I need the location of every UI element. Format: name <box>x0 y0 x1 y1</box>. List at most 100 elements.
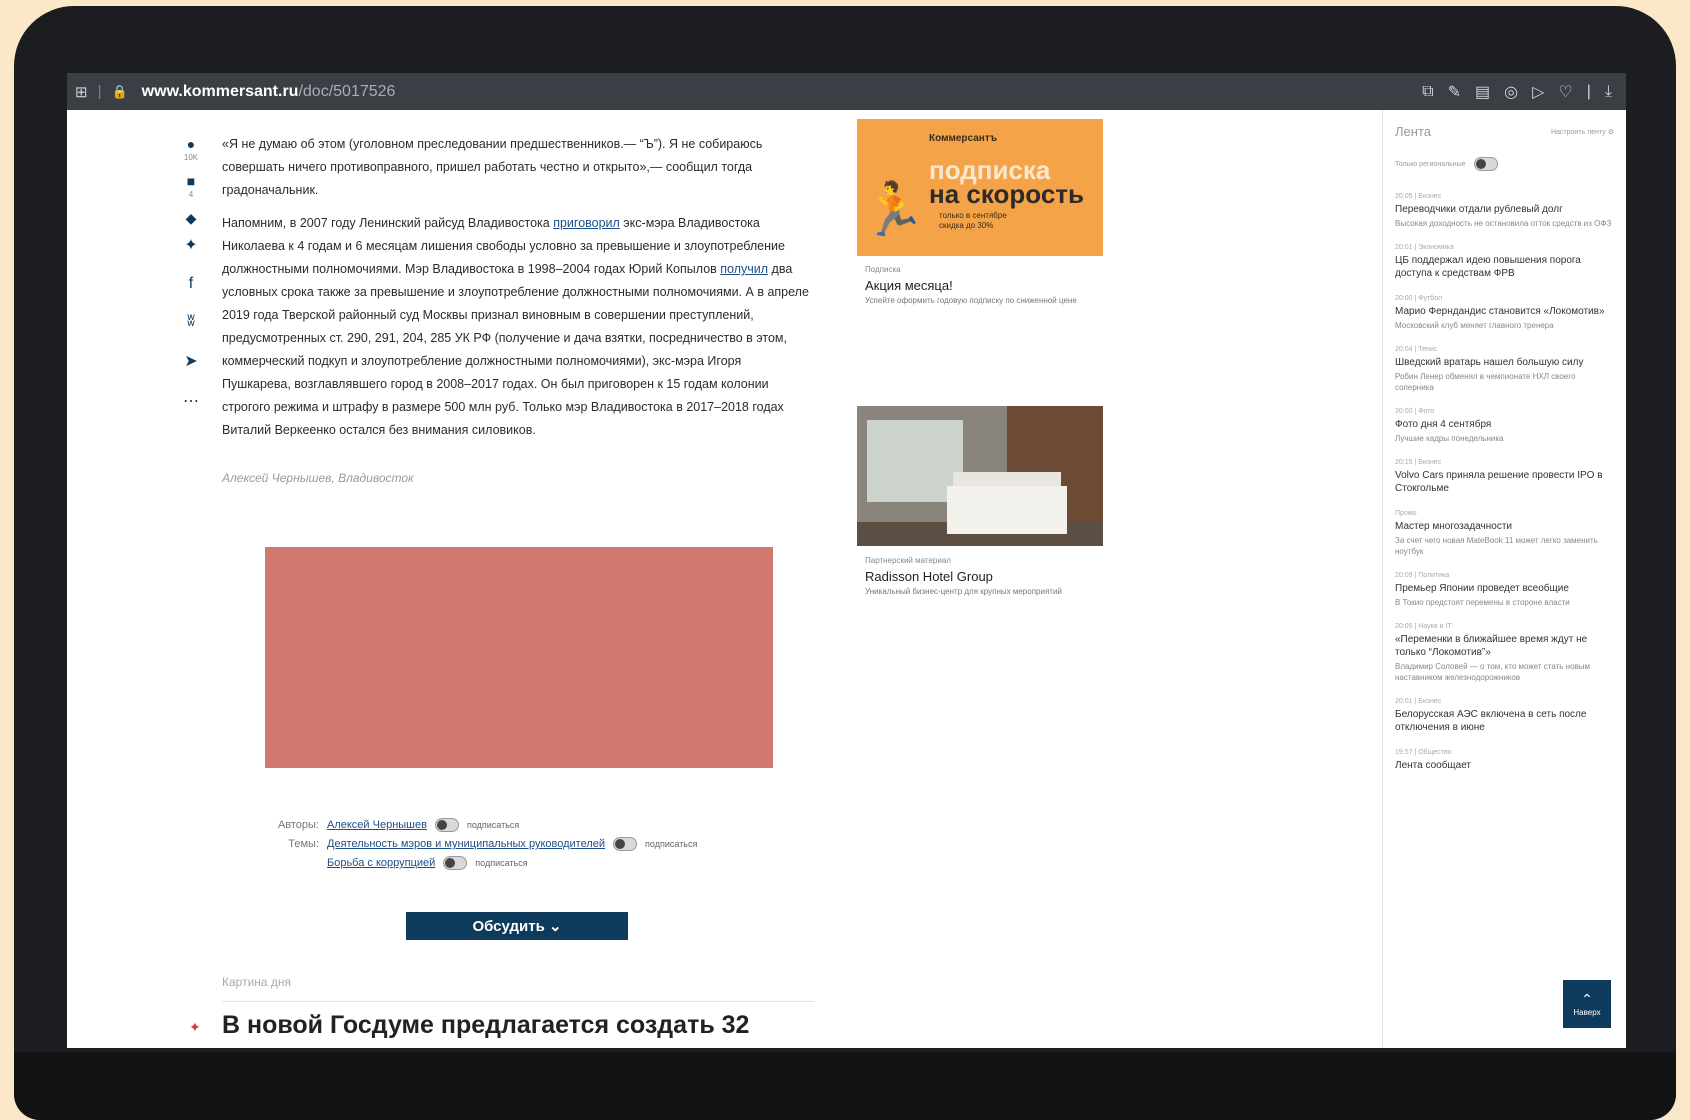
comments-icon[interactable]: ■ <box>187 174 195 188</box>
feed-item-time: 20:01 | Бизнес <box>1395 698 1442 705</box>
feed-item[interactable]: 20:00 | Футбол Марио Ферндандис становитс… <box>1395 295 1614 331</box>
divider <box>222 1001 814 1002</box>
promo-desc: Успейте оформить годовую подписку по сни… <box>865 296 1077 305</box>
feed-item-title: Белорусская АЭС включена в сеть после от… <box>1395 709 1587 733</box>
feed-item[interactable]: 20:05 | Наука и IT «Переменки в ближайшее… <box>1395 623 1614 683</box>
promo-small-2: скидка до 30% <box>939 221 994 230</box>
feed-item-time: 19:57 | Общество <box>1395 749 1452 756</box>
feed-item-desc: Робин Ленер обменял в чемпионате НХЛ сво… <box>1395 372 1576 392</box>
feed-item[interactable]: 20:04 | Тенис Шведский вратарь нашел боль… <box>1395 346 1614 393</box>
subscription-promo[interactable]: 🏃 Коммерсантъ подписка на скорость тольк… <box>857 119 1103 256</box>
feed-item-desc: Московский клуб меняет главного тренера <box>1395 321 1554 330</box>
url-domain: www.kommersant.ru <box>141 82 299 100</box>
feed-item-time: 20:15 | Бизнес <box>1395 459 1442 466</box>
hotel-kicker: Партнерский материал <box>865 556 951 565</box>
article-link[interactable]: приговорил <box>553 216 620 230</box>
feed-item-title: Шведский вратарь нашел большую силу <box>1395 357 1584 368</box>
reader-icon[interactable]: ▤ <box>1475 82 1490 102</box>
feed-header: Лента Настроить ленту ⚙ <box>1395 124 1614 139</box>
topics-row: Борьба с коррупцией подписаться <box>277 856 797 870</box>
article-byline: Алексей Чернышев, Владивосток <box>222 471 414 485</box>
feed-item[interactable]: Промо Мастер многозадачности За счет чего … <box>1395 510 1614 557</box>
article-link[interactable]: получил <box>720 262 768 276</box>
hotel-ad-image[interactable] <box>857 406 1103 546</box>
runner-icon: 🏃 <box>861 181 926 239</box>
send-icon[interactable]: ▷ <box>1532 82 1544 102</box>
feed-item[interactable]: 20:05 | Бизнес Переводчики отдали рублевы… <box>1395 193 1614 229</box>
feed-settings[interactable]: Настроить ленту ⚙ <box>1551 128 1614 136</box>
heart-icon[interactable]: ♡ <box>1558 82 1572 102</box>
topic-link[interactable]: Борьба с коррупцией <box>327 857 435 869</box>
feed-item-time: 20:05 | Наука и IT <box>1395 623 1452 630</box>
more-icon[interactable]: ⋯ <box>183 391 199 411</box>
separator: | <box>97 83 102 100</box>
camera-icon[interactable]: ◎ <box>1504 82 1518 102</box>
scroll-top-label: Наверх <box>1573 1008 1601 1017</box>
feed-item[interactable]: 20:00 | Фото Фото дня 4 сентября Лучшие ка… <box>1395 408 1614 444</box>
feed-item-time: 20:04 | Тенис <box>1395 346 1438 353</box>
vk-icon[interactable]: ʬ <box>187 313 195 331</box>
news-feed: Лента Настроить ленту ⚙ Только региональ… <box>1382 110 1626 1048</box>
toolbar-icons: ⧉ ✎ ▤ ◎ ▷ ♡ | ⤓ <box>1422 73 1612 110</box>
feed-item-time: Промо <box>1395 510 1417 517</box>
translate-icon[interactable]: ⧉ <box>1422 83 1433 101</box>
bookmark-icon[interactable]: ◆ <box>186 211 197 225</box>
feed-item-title: ЦБ поддержал идею повышения порога досту… <box>1395 255 1581 279</box>
hotel-desc: Уникальный бизнес-центр для крупных меро… <box>865 587 1062 596</box>
topic-link[interactable]: Деятельность мэров и муниципальных руков… <box>327 838 605 850</box>
gift-icon[interactable]: ✦ <box>184 235 197 255</box>
feed-item-title: Volvo Cars приняла решение провести IPO … <box>1395 470 1603 494</box>
chevron-down-icon: ⌄ <box>548 918 562 935</box>
facebook-icon[interactable]: f <box>189 275 193 293</box>
feed-list: 20:05 | Бизнес Переводчики отдали рублевы… <box>1395 193 1614 772</box>
address-bar: ⊞ | 🔒 www.kommersant.ru/doc/5017526 ⧉ ✎ … <box>67 73 1626 110</box>
hotel-ad-caption: Партнерский материал Radisson Hotel Grou… <box>865 556 1095 597</box>
red-dot-icon: ✦ <box>189 1019 201 1035</box>
feed-item-desc: За счет чего новая MateBook 11 может лег… <box>1395 536 1598 556</box>
feed-item-time: 20:00 | Фото <box>1395 408 1435 415</box>
subscribe-toggle[interactable] <box>443 856 468 870</box>
discuss-button[interactable]: Обсудить ⌄ <box>406 912 628 940</box>
lock-icon[interactable]: 🔒 <box>111 84 127 100</box>
gear-icon: ⚙ <box>1607 128 1614 136</box>
feed-item[interactable]: 20:09 | Политика Премьер Японии проведет … <box>1395 572 1614 608</box>
grid-icon[interactable]: ⊞ <box>75 83 88 101</box>
promo-caption: Подписка Акция месяца! Успейте оформить … <box>865 265 1095 306</box>
views-count: 10K <box>183 153 199 162</box>
subscribe-toggle[interactable] <box>613 837 638 851</box>
promo-small-1: только в сентябре <box>939 211 1007 220</box>
embedded-banner[interactable] <box>265 547 773 768</box>
promo-small: только в сентябре скидка до 30% <box>939 211 1007 231</box>
discuss-label: Обсудить <box>472 917 545 935</box>
headline-link[interactable]: В новой Госдуме предлагается создать 32 <box>222 1011 749 1040</box>
feed-item-title: «Переменки в ближайшее время ждут не тол… <box>1395 634 1588 658</box>
feed-item[interactable]: 20:15 | Бизнес Volvo Cars приняла решение… <box>1395 459 1614 495</box>
edit-icon[interactable]: ✎ <box>1448 82 1461 102</box>
text-span: Напомним, в 2007 году Ленинский райсуд В… <box>222 216 554 230</box>
subscribe-toggle[interactable] <box>434 818 459 832</box>
authors-label: Авторы: <box>277 819 319 831</box>
feed-item[interactable]: 20:01 | Бизнес Белорусская АЭС включена в… <box>1395 698 1614 734</box>
author-link[interactable]: Алексей Чернышев <box>327 819 427 831</box>
text-span: два условных срока также за превышение и… <box>222 262 809 437</box>
share-sidebar: ● 10K ■ 4 ◆ ✦ f ʬ ➤ ⋯ <box>177 137 205 421</box>
url-text[interactable]: www.kommersant.ru/doc/5017526 <box>142 83 396 101</box>
feed-item[interactable]: 20:01 | Экономика ЦБ поддержал идею повыш… <box>1395 244 1614 280</box>
comments-count: 4 <box>188 190 194 199</box>
article-paragraph: «Я не думаю об этом (уголовном преследов… <box>222 137 763 197</box>
promo-title[interactable]: Акция месяца! <box>865 278 1095 293</box>
regional-toggle[interactable] <box>1473 157 1498 171</box>
download-icon[interactable]: ⤓ <box>1605 83 1612 101</box>
separator: | <box>1586 82 1591 100</box>
scroll-top-button[interactable]: ⌃ Наверх <box>1563 980 1611 1028</box>
article-body: «Я не думаю об этом (уголовном преследов… <box>222 133 812 452</box>
feed-item-desc: Лучшие кадры понедельника <box>1395 434 1504 443</box>
bed <box>947 486 1067 534</box>
article-meta: Авторы: Алексей Чернышев подписаться Тем… <box>277 818 797 875</box>
url-path: /doc/5017526 <box>298 82 396 100</box>
hotel-title[interactable]: Radisson Hotel Group <box>865 569 1095 584</box>
views-icon: ● <box>186 136 196 152</box>
feed-item-title: Фото дня 4 сентября <box>1395 419 1492 430</box>
telegram-icon[interactable]: ➤ <box>184 351 197 371</box>
feed-item[interactable]: 19:57 | Общество Лента сообщает <box>1395 749 1614 772</box>
